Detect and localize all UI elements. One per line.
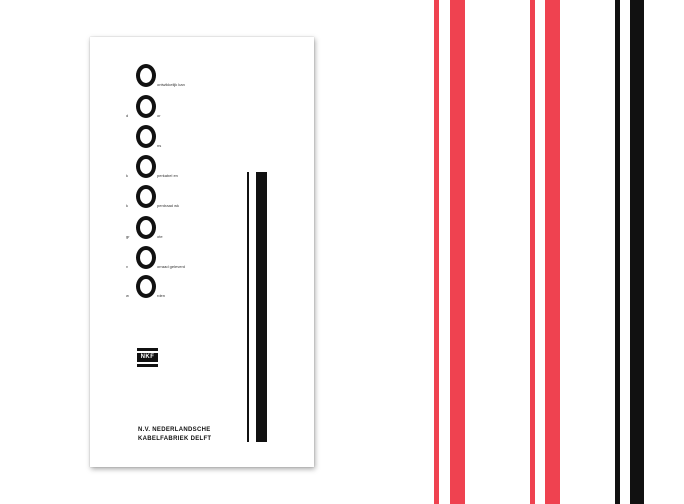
- nkf-logo: NKF: [137, 348, 158, 369]
- letter-o-graphic: [136, 155, 156, 178]
- card-rule-thin: [247, 172, 249, 442]
- red-stripe-thin-1: [434, 0, 439, 504]
- o-line-prefix: d: [126, 113, 129, 118]
- o-line-suffix: or: [157, 113, 161, 118]
- stage: ontwikkelijk kan d or ns k perkabel en k…: [0, 0, 684, 504]
- letter-o-graphic: [136, 275, 156, 298]
- o-line-2: d or: [126, 95, 246, 121]
- o-line-6: gr ote: [126, 216, 246, 242]
- o-line-suffix: perdraad wk: [157, 203, 180, 208]
- red-stripe-thin-2: [530, 0, 535, 504]
- red-stripe-thick-1: [450, 0, 465, 504]
- letter-o-graphic: [136, 216, 156, 239]
- o-line-7: v orraad geleverd: [126, 246, 246, 272]
- o-line-prefix: k: [126, 203, 128, 208]
- o-line-suffix: orraad geleverd: [157, 264, 186, 269]
- o-line-prefix: gr: [126, 234, 130, 239]
- letter-o-graphic: [136, 185, 156, 208]
- o-line-prefix: k: [126, 173, 128, 178]
- brochure-card: ontwikkelijk kan d or ns k perkabel en k…: [90, 37, 314, 467]
- black-stripe-thick: [630, 0, 644, 504]
- letter-o-graphic: [136, 64, 156, 87]
- letter-o-graphic: [136, 95, 156, 118]
- company-name-line-1: N.V. NEDERLANDSCHE: [138, 427, 211, 433]
- company-name: N.V. NEDERLANDSCHE KABELFABRIEK DELFT: [138, 426, 211, 444]
- card-rule-thick: [256, 172, 267, 442]
- o-line-4: k perkabel en: [126, 155, 246, 181]
- o-line-suffix: ns: [157, 143, 162, 148]
- o-line-5: k perdraad wk: [126, 185, 246, 211]
- letter-o-graphic: [136, 125, 156, 148]
- company-name-line-2: KABELFABRIEK DELFT: [138, 436, 212, 442]
- o-line-suffix: perkabel en: [157, 173, 178, 178]
- red-stripe-thick-2: [545, 0, 560, 504]
- logo-bar-top: [137, 348, 158, 351]
- o-line-prefix: w: [126, 293, 129, 298]
- o-line-suffix: ote: [157, 234, 163, 239]
- logo-bar-bottom: [137, 364, 158, 367]
- o-line-8: w rden: [126, 275, 246, 301]
- letter-o-graphic: [136, 246, 156, 269]
- logo-text: NKF: [137, 353, 158, 362]
- o-line-1: ontwikkelijk kan: [126, 64, 246, 90]
- o-line-3: ns: [126, 125, 246, 151]
- o-line-prefix: v: [126, 264, 128, 269]
- black-stripe-thin: [615, 0, 620, 504]
- o-line-suffix: rden: [157, 293, 166, 298]
- o-line-suffix: ontwikkelijk kan: [157, 82, 185, 87]
